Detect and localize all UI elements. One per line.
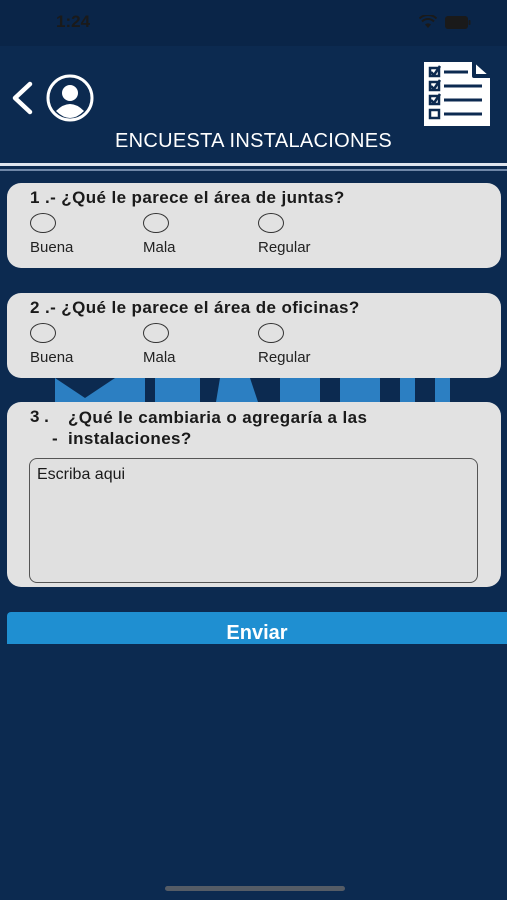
radio-label: Buena bbox=[30, 349, 74, 366]
radio-option-regular[interactable]: Regular bbox=[258, 213, 348, 261]
question-card-1: 1 .- ¿Qué le parece el área de juntas? B… bbox=[7, 183, 501, 268]
radio-option-buena[interactable]: Buena bbox=[30, 213, 120, 261]
question-card-3: 3 . - ¿Qué le cambiaria o agregaría a la… bbox=[7, 402, 501, 587]
question-title: 2 .- ¿Qué le parece el área de oficinas? bbox=[30, 298, 360, 317]
page-title: ENCUESTA INSTALACIONES bbox=[114, 130, 393, 152]
radio-button[interactable] bbox=[30, 323, 56, 343]
question-card-2: 2 .- ¿Qué le parece el área de oficinas?… bbox=[7, 293, 501, 378]
radio-button[interactable] bbox=[143, 213, 169, 233]
question-number: 3 . bbox=[30, 407, 49, 426]
radio-button[interactable] bbox=[30, 213, 56, 233]
radio-label: Regular bbox=[258, 349, 311, 366]
question-dash: - bbox=[52, 429, 58, 448]
radio-option-regular[interactable]: Regular bbox=[258, 323, 348, 371]
comments-textarea[interactable]: Escriba aqui bbox=[29, 458, 478, 583]
divider bbox=[0, 163, 507, 166]
status-time: 1:24 bbox=[56, 12, 91, 31]
status-bar: 1:24 bbox=[0, 0, 507, 46]
back-button[interactable] bbox=[8, 78, 38, 118]
radio-option-mala[interactable]: Mala bbox=[143, 323, 233, 371]
send-button[interactable]: Enviar bbox=[7, 612, 507, 644]
radio-label: Regular bbox=[258, 239, 311, 256]
question-title: 1 .- ¿Qué le parece el área de juntas? bbox=[30, 188, 345, 207]
radio-option-buena[interactable]: Buena bbox=[30, 323, 120, 371]
question-title: ¿Qué le cambiaria o agregaría a las inst… bbox=[68, 408, 368, 448]
battery-icon bbox=[445, 15, 471, 29]
radio-button[interactable] bbox=[258, 213, 284, 233]
radio-label: Mala bbox=[143, 239, 176, 256]
survey-checklist-icon bbox=[418, 56, 496, 132]
wifi-icon bbox=[419, 15, 437, 29]
profile-icon[interactable] bbox=[45, 73, 95, 123]
chevron-left-icon bbox=[12, 81, 33, 115]
radio-button[interactable] bbox=[258, 323, 284, 343]
radio-button[interactable] bbox=[143, 323, 169, 343]
radio-label: Mala bbox=[143, 349, 176, 366]
radio-option-mala[interactable]: Mala bbox=[143, 213, 233, 261]
radio-label: Buena bbox=[30, 239, 74, 256]
divider bbox=[0, 169, 507, 171]
status-icons bbox=[419, 15, 471, 29]
home-indicator[interactable] bbox=[165, 886, 345, 891]
